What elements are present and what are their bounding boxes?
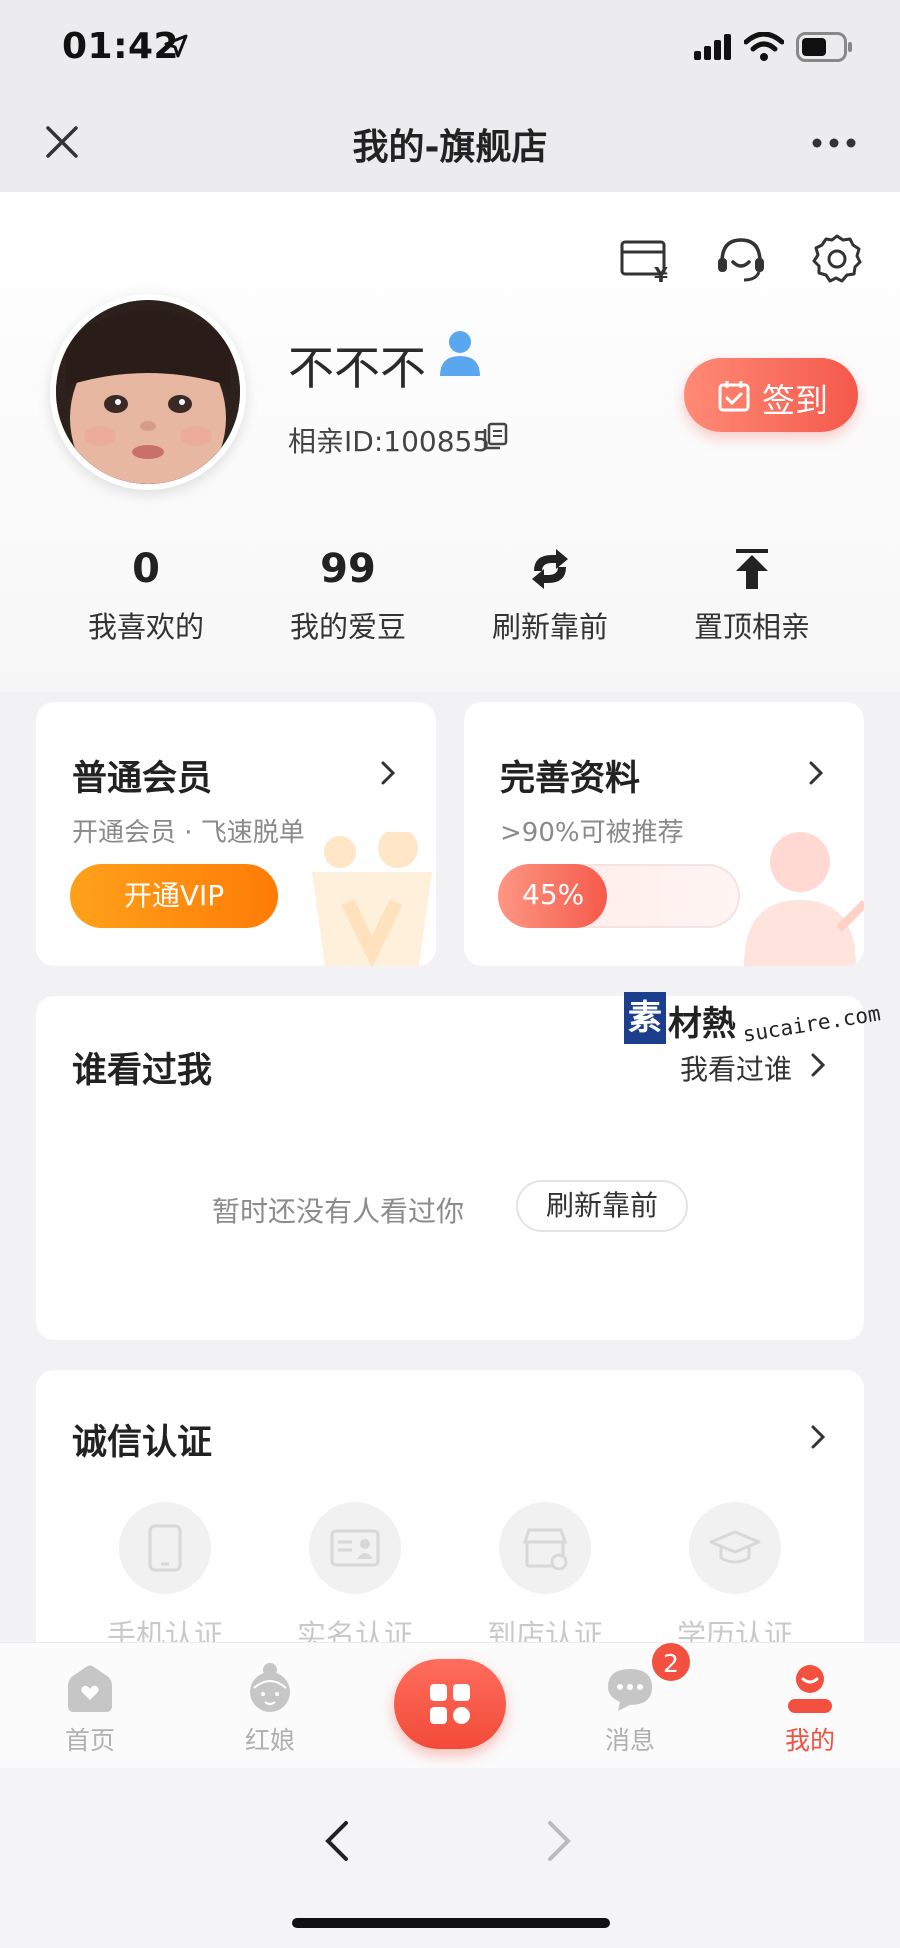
refresh-rank-button[interactable]: 刷新靠前 xyxy=(516,1180,688,1232)
status-time: 01:42 xyxy=(62,26,180,67)
apps-grid-icon xyxy=(430,1684,470,1724)
location-arrow-icon xyxy=(164,34,188,58)
stat-idols-value: 99 xyxy=(320,546,376,592)
tab-matchmaker[interactable]: 红娘 xyxy=(210,1661,330,1757)
nav-bar: 我的-旗舰店 xyxy=(0,96,900,192)
tab-messages-label: 消息 xyxy=(604,1726,655,1755)
stat-idols[interactable]: 99 我的爱豆 xyxy=(268,542,428,646)
viewed-by-me-link[interactable]: 我看过谁 xyxy=(680,1048,792,1088)
profile-completion-title: 完善资料 xyxy=(500,759,641,799)
phone-icon xyxy=(148,1524,182,1572)
cert-phone[interactable]: 手机认证 xyxy=(90,1502,240,1654)
cert-realname[interactable]: 实名认证 xyxy=(280,1502,430,1654)
profile-person-decoration-icon xyxy=(744,832,864,966)
graduation-cap-icon xyxy=(709,1530,761,1564)
message-icon xyxy=(608,1669,652,1711)
visitors-title: 谁看过我 xyxy=(72,1051,213,1091)
certification-title: 诚信认证 xyxy=(72,1423,213,1463)
avatar[interactable] xyxy=(50,294,246,490)
wifi-icon xyxy=(744,32,784,61)
cert-store[interactable]: 到店认证 xyxy=(470,1502,620,1654)
membership-card[interactable]: 普通会员 开通会员 · 飞速脱单 开通VIP xyxy=(36,702,436,966)
tab-home[interactable]: 首页 xyxy=(30,1661,150,1757)
membership-subtitle: 开通会员 · 飞速脱单 xyxy=(72,818,305,848)
stat-refresh-label: 刷新靠前 xyxy=(491,610,608,644)
stat-pin-top-label: 置顶相亲 xyxy=(693,610,810,644)
browser-toolbar xyxy=(0,1768,900,1948)
page-title: 我的-旗舰店 xyxy=(352,127,548,168)
member-id: 相亲ID:100855 xyxy=(288,425,491,458)
home-icon xyxy=(68,1665,112,1712)
watermark: 素 材熱 sucaire.com xyxy=(624,992,882,1052)
stat-liked[interactable]: 0 我喜欢的 xyxy=(66,542,226,646)
watermark-text: 材熱 xyxy=(668,1004,736,1044)
settings-gear-icon[interactable] xyxy=(810,232,864,286)
profile-header: ¥ 不不不 相亲ID:100855 签到 0 我喜欢的 99 我的爱豆 刷新靠前… xyxy=(0,192,900,692)
svg-text:¥: ¥ xyxy=(654,263,668,286)
copy-icon[interactable] xyxy=(482,422,508,450)
stat-liked-label: 我喜欢的 xyxy=(87,610,204,644)
nickname: 不不不 xyxy=(288,341,426,395)
calendar-check-icon xyxy=(718,381,750,412)
profile-completion-card[interactable]: 完善资料 >90%可被推荐 45% xyxy=(464,702,864,966)
membership-title: 普通会员 xyxy=(72,759,213,799)
center-apps-button[interactable] xyxy=(394,1659,506,1749)
user-badge-icon xyxy=(440,331,480,376)
tab-matchmaker-label: 红娘 xyxy=(244,1726,295,1755)
visitors-empty-text: 暂时还没有人看过你 xyxy=(212,1195,465,1228)
battery-icon xyxy=(796,32,852,62)
vip-crown-decoration-icon xyxy=(312,832,432,966)
profile-progress-text: 45% xyxy=(522,878,585,911)
checkin-button[interactable]: 签到 xyxy=(684,358,858,432)
refresh-icon xyxy=(532,549,568,589)
tab-profile[interactable]: 我的 xyxy=(750,1661,870,1757)
profile-progress-bar: 45% xyxy=(498,864,740,928)
back-arrow-icon[interactable] xyxy=(324,1820,350,1862)
tab-bar: 首页 红娘 消息 2 我的 xyxy=(0,1641,900,1768)
tab-profile-label: 我的 xyxy=(784,1726,835,1755)
profile-completion-subtitle: >90%可被推荐 xyxy=(500,818,684,848)
customer-service-icon[interactable] xyxy=(714,232,768,286)
watermark-url: sucaire.com xyxy=(740,1001,883,1047)
stat-pin-top[interactable]: 置顶相亲 xyxy=(672,542,832,646)
pin-top-icon xyxy=(736,549,768,589)
avatar-photo xyxy=(56,300,240,484)
cert-education[interactable]: 学历认证 xyxy=(660,1502,810,1654)
chevron-right-icon xyxy=(381,761,396,785)
chevron-right-icon xyxy=(809,761,824,785)
id-card-icon xyxy=(330,1529,380,1567)
stat-idols-label: 我的爱豆 xyxy=(289,610,406,644)
message-count-badge: 2 xyxy=(650,1641,692,1683)
tab-home-label: 首页 xyxy=(64,1726,115,1755)
status-bar: 01:42 xyxy=(0,0,900,96)
forward-arrow-icon[interactable] xyxy=(546,1820,572,1862)
store-icon xyxy=(522,1528,568,1570)
profile-icon xyxy=(788,1665,832,1713)
checkin-label: 签到 xyxy=(762,381,828,420)
matchmaker-icon xyxy=(250,1663,290,1712)
home-indicator[interactable] xyxy=(292,1918,610,1928)
open-vip-button[interactable]: 开通VIP xyxy=(70,864,278,928)
chevron-right-icon[interactable] xyxy=(810,1424,826,1450)
chevron-right-icon xyxy=(811,1053,826,1077)
watermark-box: 素 xyxy=(624,992,666,1044)
stat-liked-value: 0 xyxy=(132,546,160,592)
signal-icon xyxy=(694,34,731,60)
certification-card: 诚信认证 手机认证 实名认证 到店认证 学历认证 xyxy=(36,1370,864,1670)
wallet-icon[interactable]: ¥ xyxy=(618,232,672,286)
more-icon[interactable] xyxy=(812,138,856,148)
stat-refresh[interactable]: 刷新靠前 xyxy=(470,542,630,646)
